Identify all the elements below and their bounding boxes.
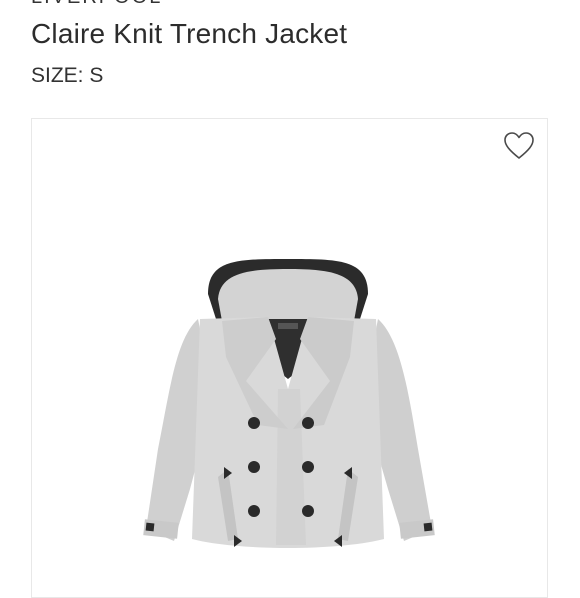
product-image-card[interactable] [31, 118, 548, 598]
brand-name: LIVERPOOL [31, 0, 162, 9]
coat-button [302, 461, 314, 473]
product-image [143, 259, 435, 548]
coat-button [248, 505, 260, 517]
coat-button [302, 505, 314, 517]
product-title: Claire Knit Trench Jacket [31, 18, 348, 49]
favorite-button[interactable] [503, 131, 535, 161]
size-label: SIZE: S [31, 64, 104, 87]
coat-button [302, 417, 314, 429]
coat-button [248, 461, 260, 473]
coat-button [248, 417, 260, 429]
heart-outline-icon [504, 132, 534, 159]
